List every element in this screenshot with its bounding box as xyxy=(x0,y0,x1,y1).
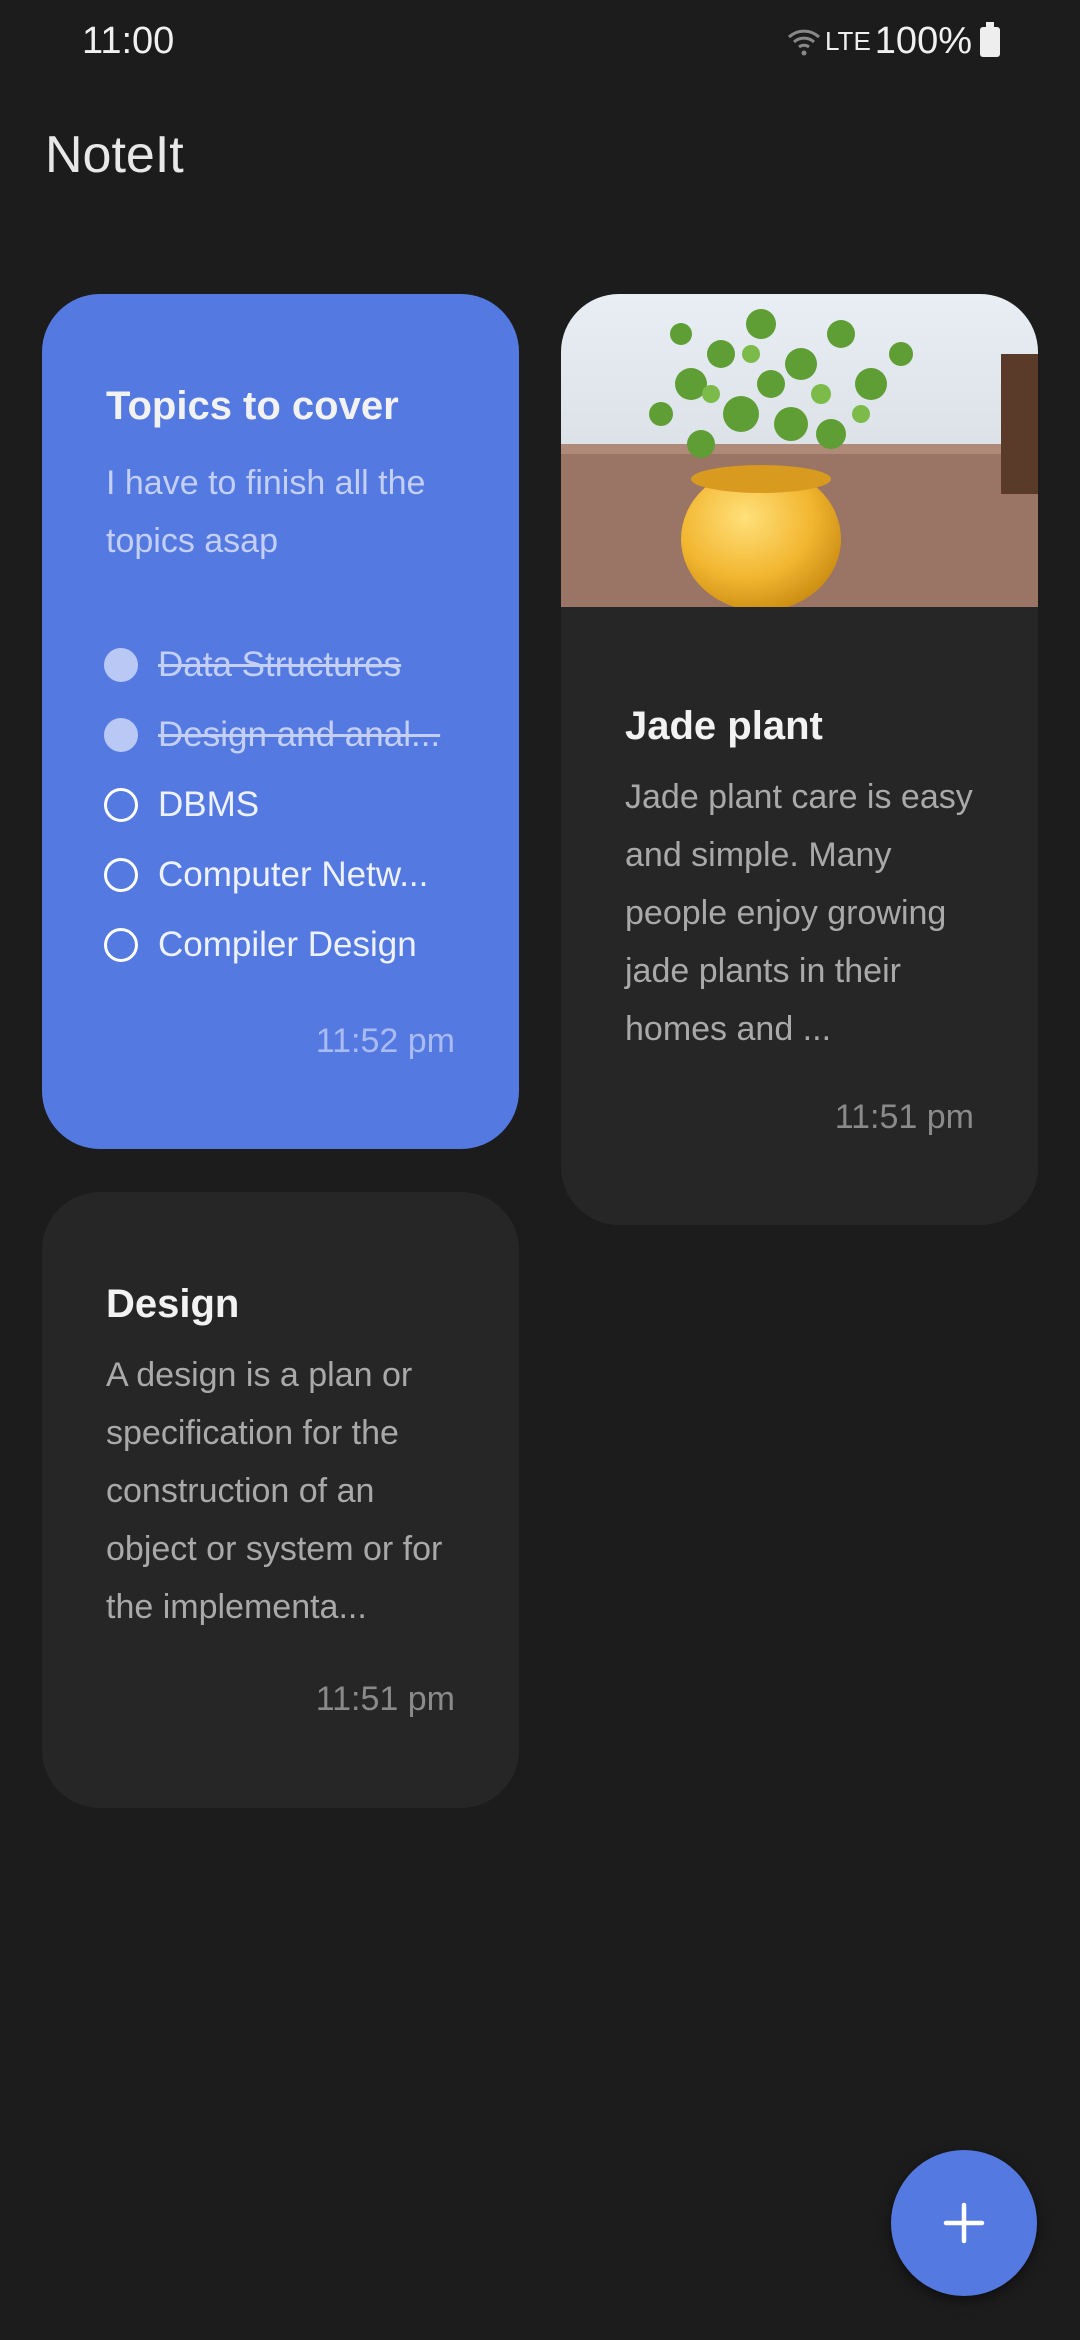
checklist-item-label: Compiler Design xyxy=(158,925,417,964)
note-image xyxy=(561,294,1038,607)
checkbox-checked-icon[interactable] xyxy=(104,718,138,752)
note-title: Topics to cover xyxy=(106,384,399,428)
network-type: LTE xyxy=(825,26,871,56)
note-time: 11:52 pm xyxy=(315,1022,455,1060)
status-icons: LTE 100% xyxy=(787,20,1000,63)
checklist-item[interactable]: Computer Netw... xyxy=(104,840,440,910)
note-time: 11:51 pm xyxy=(315,1680,455,1718)
note-card-jade-plant[interactable]: Jade plant Jade plant care is easy and s… xyxy=(561,294,1038,1225)
note-time: 11:51 pm xyxy=(834,1098,974,1136)
add-note-button[interactable] xyxy=(891,2150,1037,2296)
checklist-item[interactable]: DBMS xyxy=(104,770,440,840)
plus-icon xyxy=(943,2202,985,2244)
note-body: Jade plant care is easy and simple. Many… xyxy=(625,778,973,1048)
wifi-icon xyxy=(788,29,821,55)
checklist-item[interactable]: Design and anal... xyxy=(104,700,440,770)
status-time: 11:00 xyxy=(82,20,175,62)
checklist-item-label: Computer Netw... xyxy=(158,855,429,894)
note-card-design[interactable]: Design A design is a plan or specificati… xyxy=(42,1192,519,1808)
battery-percent: 100% xyxy=(874,20,972,62)
note-body: A design is a plan or specification for … xyxy=(106,1356,443,1626)
checklist-item-label: DBMS xyxy=(158,785,260,824)
checkbox-checked-icon[interactable] xyxy=(104,648,138,682)
note-title: Jade plant xyxy=(625,704,823,748)
note-card-topics[interactable]: Topics to cover I have to finish all the… xyxy=(42,294,519,1149)
checkbox-unchecked-icon[interactable] xyxy=(104,928,138,962)
note-body: I have to finish all the topics asap xyxy=(106,464,426,560)
note-title: Design xyxy=(106,1282,240,1326)
app-title: NoteIt xyxy=(45,126,184,184)
checklist-item[interactable]: Data Structures xyxy=(104,630,440,700)
checklist-item-label: Data Structures xyxy=(158,645,402,684)
checkbox-unchecked-icon[interactable] xyxy=(104,858,138,892)
checkbox-unchecked-icon[interactable] xyxy=(104,788,138,822)
checklist-item[interactable]: Compiler Design xyxy=(104,910,440,980)
battery-icon xyxy=(980,21,1000,57)
checklist-item-label: Design and anal... xyxy=(158,715,441,754)
checklist: Data Structures Design and anal... DBMS … xyxy=(104,630,440,980)
